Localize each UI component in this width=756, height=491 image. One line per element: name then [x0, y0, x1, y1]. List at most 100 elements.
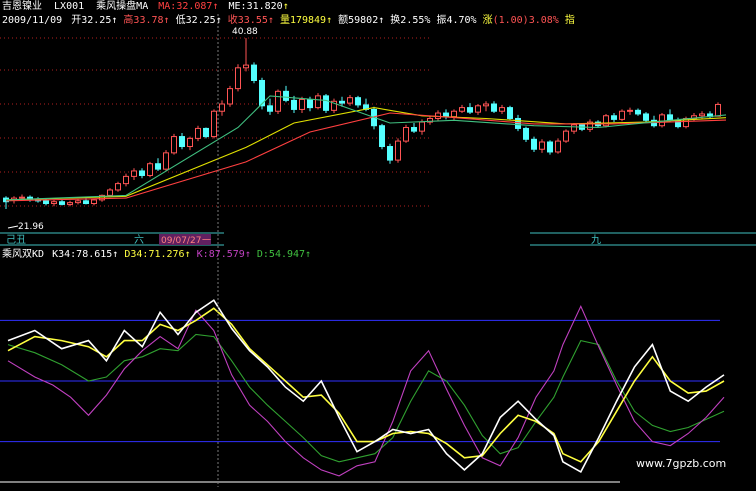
candle[interactable]	[643, 112, 649, 123]
candle-body	[147, 163, 153, 176]
candle[interactable]	[571, 123, 577, 134]
candle-body	[515, 117, 521, 129]
candle[interactable]	[587, 119, 593, 133]
candle[interactable]	[451, 109, 457, 121]
candle[interactable]	[395, 138, 401, 163]
candle[interactable]	[203, 127, 209, 139]
candle[interactable]	[139, 168, 145, 179]
candle[interactable]	[323, 94, 329, 114]
month-six-label: 六	[134, 234, 144, 246]
candle[interactable]	[539, 139, 545, 153]
candle[interactable]	[379, 123, 385, 150]
candle[interactable]	[251, 62, 257, 84]
candle[interactable]	[659, 113, 665, 128]
candle[interactable]	[459, 104, 465, 114]
candle-body	[251, 64, 257, 81]
candle[interactable]	[435, 110, 441, 122]
candle-body	[19, 196, 25, 199]
quote-date: 2009/11/09	[2, 15, 63, 26]
candle[interactable]	[3, 196, 9, 209]
volume-value: 179849	[289, 15, 327, 26]
candle-body	[715, 103, 721, 117]
candle[interactable]	[235, 64, 241, 92]
candle[interactable]	[715, 102, 721, 117]
candle[interactable]	[475, 104, 481, 115]
candle[interactable]	[51, 199, 57, 207]
candle[interactable]	[211, 109, 217, 139]
candle[interactable]	[619, 109, 625, 122]
up-arrow-icon: ↑	[212, 1, 219, 12]
candle[interactable]	[171, 133, 177, 155]
candle[interactable]	[259, 77, 265, 110]
chart-canvas[interactable]: 40.88 21.96 己丑 六 09/07/27 一 九 www.7gpzb.…	[0, 0, 756, 487]
up-arrow-icon: ↑	[112, 249, 119, 260]
candle[interactable]	[403, 124, 409, 143]
candle-body	[491, 103, 497, 112]
candle[interactable]	[227, 85, 233, 107]
candle[interactable]	[483, 101, 489, 112]
candle[interactable]	[131, 168, 137, 180]
candle-body	[163, 152, 169, 170]
candle-body	[67, 202, 73, 205]
candle[interactable]	[75, 199, 81, 205]
candle[interactable]	[635, 108, 641, 116]
candle[interactable]	[243, 38, 249, 72]
candle[interactable]	[611, 113, 617, 123]
candle[interactable]	[275, 89, 281, 114]
candle[interactable]	[427, 115, 433, 125]
candle[interactable]	[627, 107, 633, 115]
candle[interactable]	[195, 125, 201, 142]
candle-body	[91, 199, 97, 205]
candle[interactable]	[115, 181, 121, 192]
watermark: www.7gpzb.com	[636, 457, 726, 470]
candle-body	[459, 107, 465, 112]
candle[interactable]	[91, 199, 97, 206]
candle-body	[275, 90, 281, 112]
candle[interactable]	[59, 199, 65, 206]
candle[interactable]	[699, 111, 705, 120]
stock-chart-screen[interactable]: 40.88 21.96 己丑 六 09/07/27 一 九 www.7gpzb.…	[0, 0, 756, 487]
candle[interactable]	[331, 98, 337, 114]
candle-body	[547, 141, 553, 153]
candle[interactable]	[467, 103, 473, 114]
candle[interactable]	[299, 96, 305, 114]
candle[interactable]	[499, 104, 505, 114]
mid-ma-line	[5, 95, 727, 201]
kd-indicator-name[interactable]: 乘风双KD	[2, 249, 44, 260]
candle[interactable]	[531, 136, 537, 152]
candle[interactable]	[411, 123, 417, 133]
candle[interactable]	[563, 129, 569, 143]
candle[interactable]	[507, 105, 513, 121]
candle[interactable]	[163, 150, 169, 171]
candle[interactable]	[707, 111, 713, 119]
candle[interactable]	[443, 109, 449, 120]
candle[interactable]	[147, 161, 153, 178]
candle[interactable]	[603, 113, 609, 128]
d-value: 54.947	[268, 249, 306, 260]
candle[interactable]	[267, 98, 273, 115]
candle-body	[483, 103, 489, 107]
candle[interactable]	[315, 93, 321, 110]
high-value: 33.78	[133, 15, 164, 26]
close-label: 收	[227, 15, 238, 26]
candle[interactable]	[387, 143, 393, 164]
candle[interactable]	[155, 158, 161, 171]
candle[interactable]	[547, 140, 553, 155]
candle-body	[627, 109, 633, 112]
candle[interactable]	[523, 126, 529, 142]
candle-body	[419, 121, 425, 132]
candle[interactable]	[491, 101, 497, 114]
indicator-name[interactable]: 乘风操盘MA	[96, 1, 148, 12]
candle[interactable]	[219, 100, 225, 116]
quote-overflow: 指	[564, 15, 575, 26]
candle[interactable]	[67, 200, 73, 207]
candle[interactable]	[123, 173, 129, 187]
candle[interactable]	[555, 138, 561, 154]
candle-body	[123, 175, 129, 185]
candle[interactable]	[355, 95, 361, 108]
candle[interactable]	[187, 136, 193, 151]
candle[interactable]	[179, 132, 185, 150]
candle[interactable]	[283, 85, 289, 103]
candle-body	[323, 95, 329, 111]
up-arrow-icon: ↑	[244, 249, 251, 260]
